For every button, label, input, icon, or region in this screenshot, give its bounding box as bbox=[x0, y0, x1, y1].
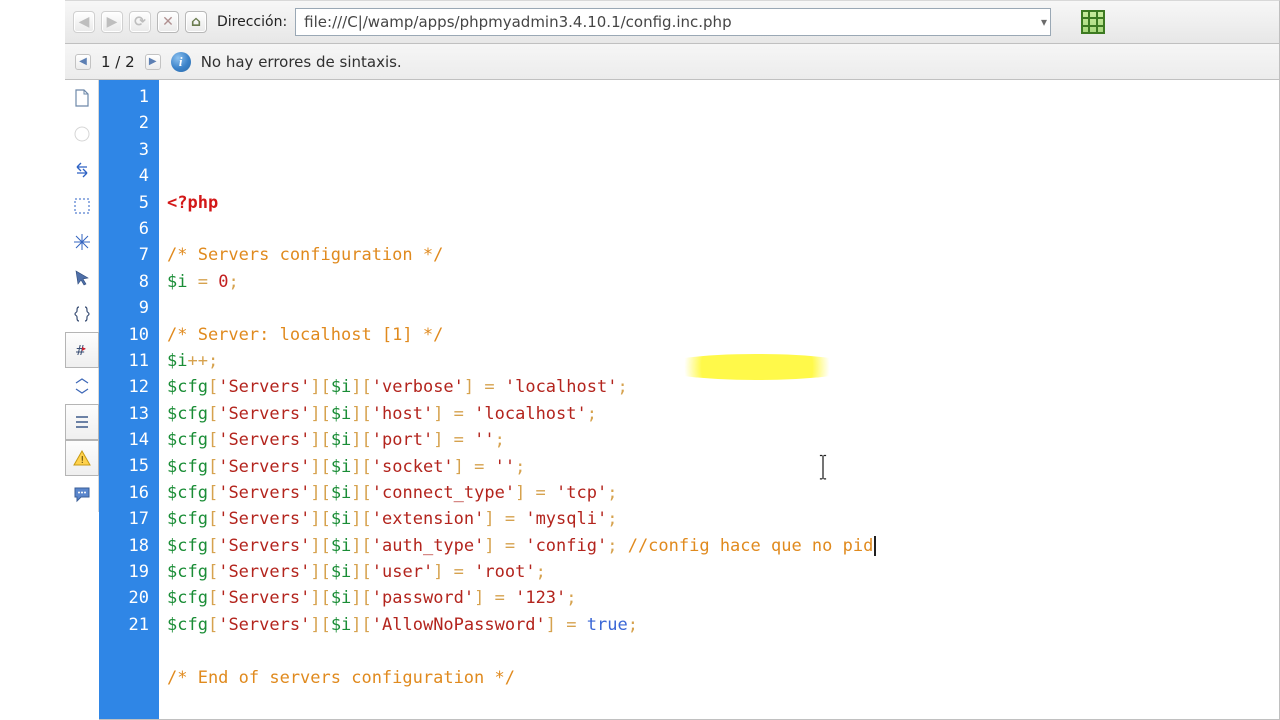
code-line[interactable]: $cfg['Servers'][$i]['port'] = ''; bbox=[167, 427, 1279, 453]
line-number: 9 bbox=[99, 295, 159, 321]
warning-box-icon[interactable]: ! bbox=[65, 440, 99, 476]
code-line[interactable]: /* Servers configuration */ bbox=[167, 242, 1279, 268]
line-number: 19 bbox=[99, 559, 159, 585]
line-number: 13 bbox=[99, 401, 159, 427]
code-line[interactable]: /* End of servers configuration */ bbox=[167, 665, 1279, 691]
info-icon: i bbox=[171, 52, 191, 72]
line-number: 14 bbox=[99, 427, 159, 453]
pointer-icon[interactable] bbox=[65, 260, 99, 296]
line-number: 11 bbox=[99, 348, 159, 374]
address-input[interactable] bbox=[295, 8, 1051, 36]
code-line[interactable]: $cfg['Servers'][$i]['connect_type'] = 't… bbox=[167, 480, 1279, 506]
page-prev-button[interactable]: ◀ bbox=[75, 54, 91, 70]
back-button[interactable]: ◀ bbox=[73, 11, 95, 33]
line-number: 16 bbox=[99, 480, 159, 506]
code-line[interactable] bbox=[167, 638, 1279, 664]
line-number: 12 bbox=[99, 374, 159, 400]
line-number: 3 bbox=[99, 137, 159, 163]
swap-arrows-icon[interactable] bbox=[65, 152, 99, 188]
expand-collapse-icon[interactable] bbox=[65, 368, 99, 404]
code-line[interactable] bbox=[167, 295, 1279, 321]
svg-text:!: ! bbox=[80, 455, 84, 466]
editor-area: 123456789101112131415161718192021 <?php/… bbox=[99, 80, 1280, 720]
new-document-icon[interactable] bbox=[65, 80, 99, 116]
grid-view-icon[interactable] bbox=[1081, 10, 1105, 34]
line-number: 18 bbox=[99, 533, 159, 559]
line-number-gutter: 123456789101112131415161718192021 bbox=[99, 80, 159, 719]
code-line[interactable]: $cfg['Servers'][$i]['extension'] = 'mysq… bbox=[167, 506, 1279, 532]
code-line[interactable]: $cfg['Servers'][$i]['password'] = '123'; bbox=[167, 585, 1279, 611]
line-number: 2 bbox=[99, 110, 159, 136]
select-block-icon[interactable] bbox=[65, 188, 99, 224]
line-number: 20 bbox=[99, 585, 159, 611]
code-line[interactable]: $cfg['Servers'][$i]['socket'] = ''; bbox=[167, 454, 1279, 480]
address-trailing-space bbox=[1111, 8, 1271, 36]
braces-icon[interactable] bbox=[65, 296, 99, 332]
code-line[interactable]: $cfg['Servers'][$i]['user'] = 'root'; bbox=[167, 559, 1279, 585]
line-number: 6 bbox=[99, 216, 159, 242]
line-number: 7 bbox=[99, 242, 159, 268]
line-number: 8 bbox=[99, 269, 159, 295]
outline-icon[interactable] bbox=[65, 404, 99, 440]
code-line[interactable]: /* Server: localhost [1] */ bbox=[167, 322, 1279, 348]
left-icon-toolbar: #▸ ! bbox=[65, 80, 99, 512]
address-bar: ◀ ▶ ⟳ ✕ ⌂ Dirección: ▾ bbox=[65, 0, 1280, 44]
line-number: 21 bbox=[99, 612, 159, 638]
line-number: 17 bbox=[99, 506, 159, 532]
address-label: Dirección: bbox=[217, 14, 287, 30]
syntax-status: No hay errores de sintaxis. bbox=[201, 53, 402, 71]
line-number: 10 bbox=[99, 322, 159, 348]
code-text[interactable]: <?php /* Servers configuration */$i = 0; /… bbox=[159, 80, 1279, 719]
star-burst-icon[interactable] bbox=[65, 224, 99, 260]
code-line[interactable]: $cfg['Servers'][$i]['verbose'] = 'localh… bbox=[167, 374, 1279, 400]
hash-box-icon[interactable]: #▸ bbox=[65, 332, 99, 368]
code-line[interactable]: <?php bbox=[167, 190, 1279, 216]
page-next-button[interactable]: ▶ bbox=[145, 54, 161, 70]
code-line[interactable] bbox=[167, 216, 1279, 242]
reload-button[interactable]: ⟳ bbox=[129, 11, 151, 33]
line-number: 1 bbox=[99, 84, 159, 110]
forward-button[interactable]: ▶ bbox=[101, 11, 123, 33]
code-line[interactable] bbox=[167, 691, 1279, 717]
code-line[interactable]: $cfg['Servers'][$i]['AllowNoPassword'] =… bbox=[167, 612, 1279, 638]
code-line[interactable]: $cfg['Servers'][$i]['auth_type'] = 'conf… bbox=[167, 533, 1279, 559]
line-number: 5 bbox=[99, 190, 159, 216]
sync-disabled-icon[interactable] bbox=[65, 116, 99, 152]
stop-button[interactable]: ✕ bbox=[157, 11, 179, 33]
code-line[interactable]: $i++; bbox=[167, 348, 1279, 374]
status-bar: ◀ 1 / 2 ▶ i No hay errores de sintaxis. bbox=[65, 44, 1280, 80]
line-number: 15 bbox=[99, 453, 159, 479]
page-indicator: 1 / 2 bbox=[101, 53, 135, 71]
home-button[interactable]: ⌂ bbox=[185, 11, 207, 33]
line-number: 4 bbox=[99, 163, 159, 189]
code-line[interactable]: $cfg['Servers'][$i]['host'] = 'localhost… bbox=[167, 401, 1279, 427]
code-line[interactable]: $i = 0; bbox=[167, 269, 1279, 295]
svg-text:▸: ▸ bbox=[82, 344, 86, 353]
chat-bubble-icon[interactable] bbox=[65, 476, 99, 512]
